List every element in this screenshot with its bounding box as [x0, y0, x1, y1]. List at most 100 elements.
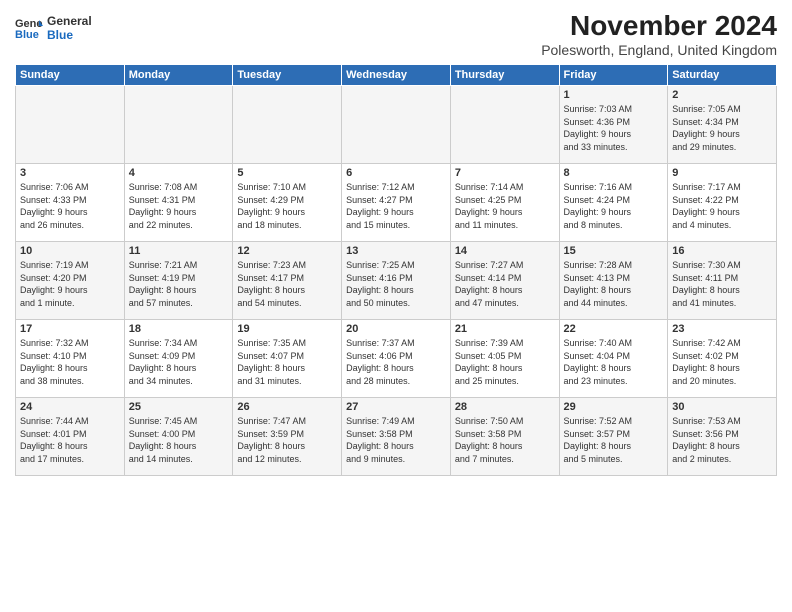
- day-number: 13: [346, 245, 446, 257]
- day-number: 29: [564, 401, 664, 413]
- cell-content: Sunrise: 7:08 AMSunset: 4:31 PMDaylight:…: [129, 181, 229, 231]
- header-row: Sunday Monday Tuesday Wednesday Thursday…: [16, 65, 777, 86]
- page: General Blue General Blue November 2024 …: [0, 0, 792, 612]
- cell-content: Sunrise: 7:37 AMSunset: 4:06 PMDaylight:…: [346, 337, 446, 387]
- day-number: 24: [20, 401, 120, 413]
- cell-w0-d0: [16, 86, 125, 164]
- cell-w0-d5: 1 Sunrise: 7:03 AMSunset: 4:36 PMDaylight…: [559, 86, 668, 164]
- cell-w1-d5: 8 Sunrise: 7:16 AMSunset: 4:24 PMDaylight…: [559, 164, 668, 242]
- day-number: 15: [564, 245, 664, 257]
- title-section: November 2024 Polesworth, England, Unite…: [541, 10, 777, 58]
- cell-w1-d2: 5 Sunrise: 7:10 AMSunset: 4:29 PMDaylight…: [233, 164, 342, 242]
- cell-w1-d0: 3Sunrise: 7:06 AMSunset: 4:33 PMDaylight…: [16, 164, 125, 242]
- cell-content: Sunrise: 7:35 AMSunset: 4:07 PMDaylight:…: [237, 337, 337, 387]
- day-number: 6: [346, 167, 446, 179]
- cell-w4-d1: 25 Sunrise: 7:45 AMSunset: 4:00 PMDayligh…: [124, 398, 233, 476]
- cell-content: Sunrise: 7:14 AMSunset: 4:25 PMDaylight:…: [455, 181, 555, 231]
- cell-w4-d4: 28Sunrise: 7:50 AMSunset: 3:58 PMDayligh…: [450, 398, 559, 476]
- cell-w1-d6: 9Sunrise: 7:17 AMSunset: 4:22 PMDaylight…: [668, 164, 777, 242]
- day-number: 2: [672, 89, 772, 101]
- day-number: 14: [455, 245, 555, 257]
- header-saturday: Saturday: [668, 65, 777, 86]
- calendar-body: 1 Sunrise: 7:03 AMSunset: 4:36 PMDaylight…: [16, 86, 777, 476]
- cell-content: Sunrise: 7:47 AMSunset: 3:59 PMDaylight:…: [237, 415, 337, 465]
- header-thursday: Thursday: [450, 65, 559, 86]
- day-number: 8: [564, 167, 664, 179]
- day-number: 23: [672, 323, 772, 335]
- cell-content: Sunrise: 7:03 AMSunset: 4:36 PMDaylight:…: [564, 103, 664, 153]
- cell-w2-d1: 11 Sunrise: 7:21 AMSunset: 4:19 PMDayligh…: [124, 242, 233, 320]
- svg-text:Blue: Blue: [15, 29, 39, 40]
- logo-line1: General: [47, 14, 92, 28]
- cell-content: Sunrise: 7:44 AMSunset: 4:01 PMDaylight:…: [20, 415, 120, 465]
- calendar-table: Sunday Monday Tuesday Wednesday Thursday…: [15, 64, 777, 476]
- cell-content: Sunrise: 7:42 AMSunset: 4:02 PMDaylight:…: [672, 337, 772, 387]
- cell-w3-d5: 22 Sunrise: 7:40 AMSunset: 4:04 PMDayligh…: [559, 320, 668, 398]
- day-number: 16: [672, 245, 772, 257]
- cell-content: Sunrise: 7:40 AMSunset: 4:04 PMDaylight:…: [564, 337, 664, 387]
- subtitle: Polesworth, England, United Kingdom: [541, 42, 777, 58]
- day-number: 26: [237, 401, 337, 413]
- day-number: 20: [346, 323, 446, 335]
- cell-w3-d2: 19 Sunrise: 7:35 AMSunset: 4:07 PMDayligh…: [233, 320, 342, 398]
- cell-w3-d3: 20 Sunrise: 7:37 AMSunset: 4:06 PMDayligh…: [342, 320, 451, 398]
- cell-content: Sunrise: 7:17 AMSunset: 4:22 PMDaylight:…: [672, 181, 772, 231]
- cell-w2-d4: 14 Sunrise: 7:27 AMSunset: 4:14 PMDayligh…: [450, 242, 559, 320]
- day-number: 5: [237, 167, 337, 179]
- week-row-0: 1 Sunrise: 7:03 AMSunset: 4:36 PMDaylight…: [16, 86, 777, 164]
- cell-w4-d5: 29Sunrise: 7:52 AMSunset: 3:57 PMDayligh…: [559, 398, 668, 476]
- cell-content: Sunrise: 7:16 AMSunset: 4:24 PMDaylight:…: [564, 181, 664, 231]
- day-number: 11: [129, 245, 229, 257]
- main-title: November 2024: [541, 10, 777, 42]
- logo: General Blue General Blue: [15, 14, 92, 42]
- cell-w0-d3: [342, 86, 451, 164]
- day-number: 10: [20, 245, 120, 257]
- week-row-4: 24 Sunrise: 7:44 AMSunset: 4:01 PMDayligh…: [16, 398, 777, 476]
- header-friday: Friday: [559, 65, 668, 86]
- day-number: 25: [129, 401, 229, 413]
- week-row-1: 3Sunrise: 7:06 AMSunset: 4:33 PMDaylight…: [16, 164, 777, 242]
- cell-w1-d1: 4 Sunrise: 7:08 AMSunset: 4:31 PMDaylight…: [124, 164, 233, 242]
- day-number: 19: [237, 323, 337, 335]
- cell-content: Sunrise: 7:32 AMSunset: 4:10 PMDaylight:…: [20, 337, 120, 387]
- cell-w2-d3: 13Sunrise: 7:25 AMSunset: 4:16 PMDayligh…: [342, 242, 451, 320]
- day-number: 12: [237, 245, 337, 257]
- cell-w3-d1: 18Sunrise: 7:34 AMSunset: 4:09 PMDayligh…: [124, 320, 233, 398]
- cell-content: Sunrise: 7:21 AMSunset: 4:19 PMDaylight:…: [129, 259, 229, 309]
- cell-content: Sunrise: 7:05 AMSunset: 4:34 PMDaylight:…: [672, 103, 772, 153]
- cell-w3-d6: 23 Sunrise: 7:42 AMSunset: 4:02 PMDayligh…: [668, 320, 777, 398]
- cell-content: Sunrise: 7:27 AMSunset: 4:14 PMDaylight:…: [455, 259, 555, 309]
- cell-w2-d6: 16 Sunrise: 7:30 AMSunset: 4:11 PMDayligh…: [668, 242, 777, 320]
- logo-line2: Blue: [47, 28, 92, 42]
- day-number: 1: [564, 89, 664, 101]
- cell-content: Sunrise: 7:10 AMSunset: 4:29 PMDaylight:…: [237, 181, 337, 231]
- day-number: 18: [129, 323, 229, 335]
- cell-content: Sunrise: 7:23 AMSunset: 4:17 PMDaylight:…: [237, 259, 337, 309]
- day-number: 17: [20, 323, 120, 335]
- cell-content: Sunrise: 7:45 AMSunset: 4:00 PMDaylight:…: [129, 415, 229, 465]
- header-tuesday: Tuesday: [233, 65, 342, 86]
- day-number: 7: [455, 167, 555, 179]
- day-number: 22: [564, 323, 664, 335]
- cell-w1-d4: 7 Sunrise: 7:14 AMSunset: 4:25 PMDaylight…: [450, 164, 559, 242]
- calendar-header: Sunday Monday Tuesday Wednesday Thursday…: [16, 65, 777, 86]
- cell-w2-d0: 10 Sunrise: 7:19 AMSunset: 4:20 PMDayligh…: [16, 242, 125, 320]
- cell-w1-d3: 6Sunrise: 7:12 AMSunset: 4:27 PMDaylight…: [342, 164, 451, 242]
- week-row-2: 10 Sunrise: 7:19 AMSunset: 4:20 PMDayligh…: [16, 242, 777, 320]
- cell-content: Sunrise: 7:19 AMSunset: 4:20 PMDaylight:…: [20, 259, 120, 309]
- cell-w4-d0: 24 Sunrise: 7:44 AMSunset: 4:01 PMDayligh…: [16, 398, 125, 476]
- header-sunday: Sunday: [16, 65, 125, 86]
- cell-content: Sunrise: 7:30 AMSunset: 4:11 PMDaylight:…: [672, 259, 772, 309]
- day-number: 4: [129, 167, 229, 179]
- cell-w2-d5: 15Sunrise: 7:28 AMSunset: 4:13 PMDayligh…: [559, 242, 668, 320]
- day-number: 27: [346, 401, 446, 413]
- cell-w0-d6: 2 Sunrise: 7:05 AMSunset: 4:34 PMDaylight…: [668, 86, 777, 164]
- cell-content: Sunrise: 7:39 AMSunset: 4:05 PMDaylight:…: [455, 337, 555, 387]
- cell-w2-d2: 12 Sunrise: 7:23 AMSunset: 4:17 PMDayligh…: [233, 242, 342, 320]
- cell-w0-d1: [124, 86, 233, 164]
- cell-w0-d4: [450, 86, 559, 164]
- cell-w3-d4: 21Sunrise: 7:39 AMSunset: 4:05 PMDayligh…: [450, 320, 559, 398]
- header-monday: Monday: [124, 65, 233, 86]
- week-row-3: 17 Sunrise: 7:32 AMSunset: 4:10 PMDayligh…: [16, 320, 777, 398]
- cell-w4-d6: 30Sunrise: 7:53 AMSunset: 3:56 PMDayligh…: [668, 398, 777, 476]
